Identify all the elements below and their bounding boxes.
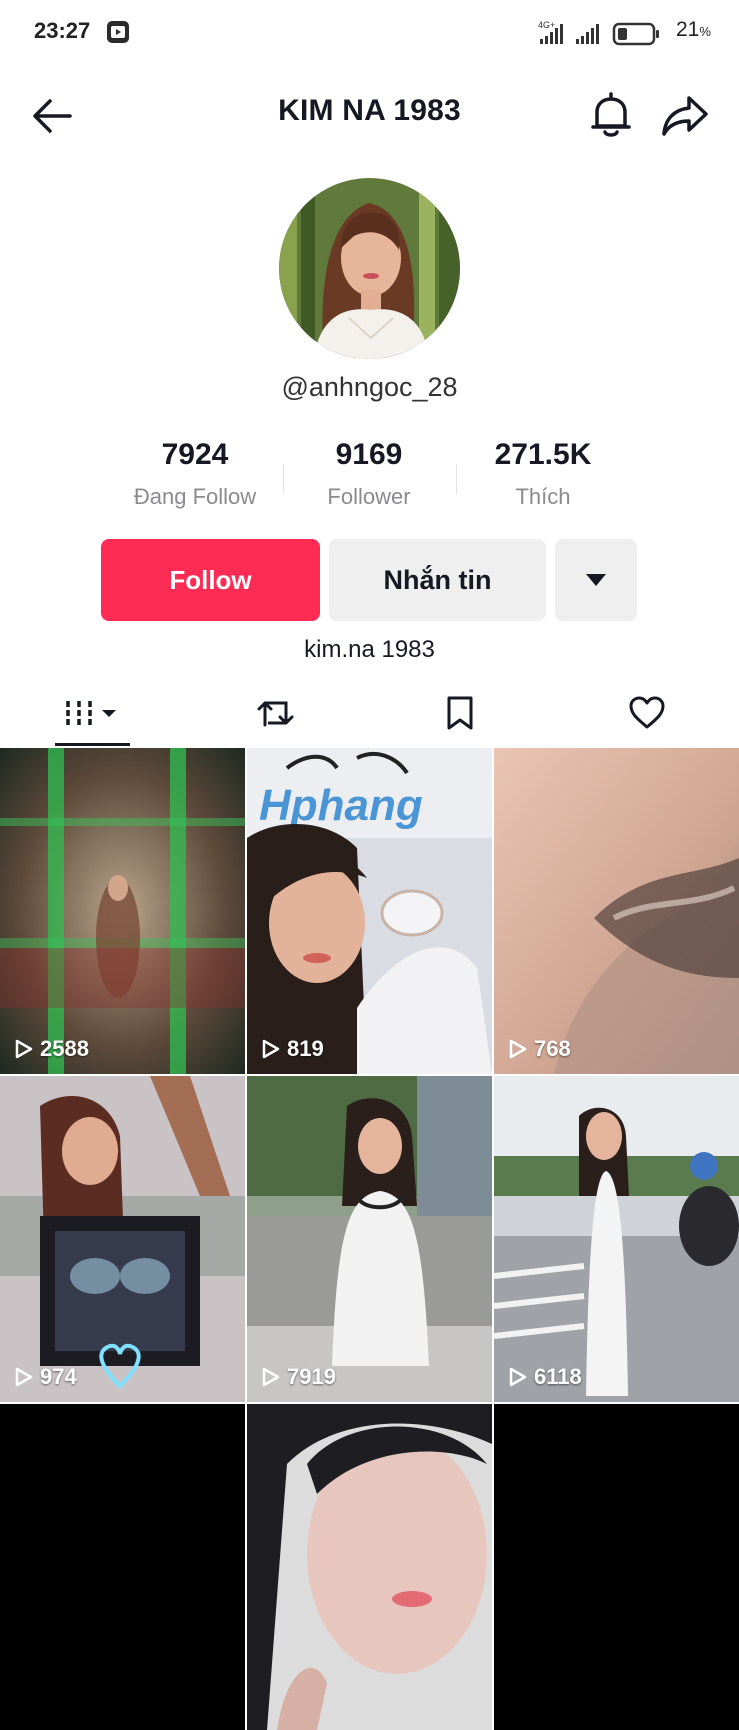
view-count-text: 974 <box>40 1364 77 1389</box>
status-time: 23:27 <box>34 18 91 43</box>
video-image <box>0 1076 245 1402</box>
tab-favorites[interactable] <box>368 678 552 748</box>
video-image <box>0 1404 245 1730</box>
app-notification-icon <box>106 20 130 44</box>
stat-following[interactable]: 7924 Đang Follow <box>105 438 285 510</box>
active-tab-indicator <box>55 743 130 746</box>
video-image <box>247 1404 492 1730</box>
video-image <box>247 1076 492 1402</box>
view-count: 768 <box>506 1036 571 1062</box>
avatar-image <box>279 178 460 359</box>
signal-battery-icons: 4G+ <box>538 19 688 47</box>
play-icon <box>509 1039 527 1059</box>
video-thumbnail[interactable] <box>247 1404 492 1730</box>
profile-header: KIM NA 1983 <box>0 80 739 150</box>
tab-reposts[interactable] <box>184 678 368 748</box>
following-count: 7924 <box>161 438 229 471</box>
tab-videos[interactable] <box>0 678 184 748</box>
stat-likes[interactable]: 271.5K Thích <box>453 438 633 510</box>
view-count-text: 819 <box>287 1036 324 1061</box>
video-image <box>494 1076 739 1402</box>
repost-icon <box>257 701 294 727</box>
view-count-text: 2588 <box>40 1036 89 1061</box>
follow-button[interactable]: Follow <box>101 539 320 621</box>
view-count: 7919 <box>259 1364 336 1390</box>
play-icon <box>509 1367 527 1387</box>
svg-text:4G+: 4G+ <box>538 20 555 30</box>
back-button[interactable] <box>30 96 74 136</box>
status-bar: 23:27 4G+ 21% <box>0 0 739 66</box>
profile-stats: 7924 Đang Follow 9169 Follower 271.5K Th… <box>0 438 739 518</box>
play-icon <box>262 1039 280 1059</box>
caret-down-icon <box>586 574 606 586</box>
message-button[interactable]: Nhắn tin <box>329 539 546 621</box>
view-count: 974 <box>12 1364 77 1390</box>
stat-followers[interactable]: 9169 Follower <box>279 438 459 510</box>
video-grid: 2588 Hphang 819 768 974 7919 6118 <box>0 748 739 1730</box>
followers-count: 9169 <box>335 438 403 471</box>
video-thumbnail[interactable] <box>0 1404 245 1730</box>
likes-label: Thích <box>515 484 571 509</box>
username: @anhngoc_28 <box>281 372 458 402</box>
video-thumbnail[interactable]: 768 <box>494 748 739 1074</box>
battery-percent: 21 <box>676 18 700 41</box>
video-image <box>0 748 245 1074</box>
view-count-text: 6118 <box>534 1364 582 1389</box>
video-image: Hphang <box>247 748 492 1074</box>
video-thumbnail[interactable]: 7919 <box>247 1076 492 1402</box>
video-thumbnail[interactable]: 2588 <box>0 748 245 1074</box>
bookmark-icon <box>447 696 473 730</box>
svg-text:Hphang: Hphang <box>259 781 423 830</box>
heart-icon <box>629 696 665 729</box>
view-count-text: 7919 <box>287 1364 336 1389</box>
battery-level: 21% <box>676 18 711 42</box>
videos-icon <box>66 701 116 725</box>
avatar[interactable] <box>279 178 460 359</box>
content-tabs <box>0 678 739 748</box>
view-count-text: 768 <box>534 1036 571 1061</box>
share-button[interactable] <box>660 92 710 138</box>
followers-label: Follower <box>327 484 411 509</box>
view-count: 6118 <box>506 1364 582 1390</box>
arrow-left-icon <box>33 99 72 133</box>
likes-count: 271.5K <box>494 438 592 471</box>
bio-text: kim.na 1983 <box>304 636 435 663</box>
following-label: Đang Follow <box>133 484 257 509</box>
view-count: 819 <box>259 1036 324 1062</box>
view-count: 2588 <box>12 1036 89 1062</box>
play-icon <box>15 1039 33 1059</box>
play-icon <box>262 1367 280 1387</box>
suggested-accounts-button[interactable] <box>555 539 637 621</box>
video-thumbnail[interactable]: 6118 <box>494 1076 739 1402</box>
video-image <box>494 748 739 1074</box>
video-thumbnail[interactable]: 974 <box>0 1076 245 1402</box>
play-icon <box>15 1367 33 1387</box>
share-arrow-icon <box>662 96 708 136</box>
bell-icon <box>591 92 631 137</box>
video-thumbnail[interactable] <box>494 1404 739 1730</box>
video-image <box>494 1404 739 1730</box>
battery-unit: % <box>699 24 711 39</box>
video-thumbnail[interactable]: Hphang 819 <box>247 748 492 1074</box>
notification-button[interactable] <box>588 90 634 140</box>
tab-liked[interactable] <box>555 678 739 748</box>
